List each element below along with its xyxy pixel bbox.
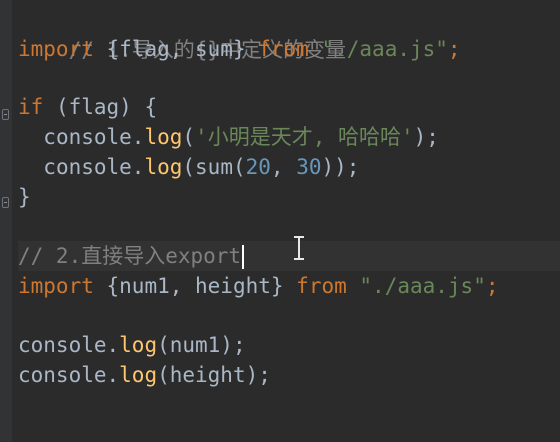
string-literal: '小明是天才, 哈哈哈' [195, 125, 414, 149]
code-line-1: // 1.导入的{}中定义的变量 [18, 5, 560, 62]
log-function: log [119, 363, 158, 387]
number-literal: 20 [245, 155, 271, 179]
code-line-4: if (flag) { [18, 92, 560, 122]
fold-marker-icon[interactable] [2, 109, 9, 120]
keyword-from: from [296, 274, 347, 298]
code-line-10: import {num1, height} from "./aaa.js"; [18, 271, 560, 301]
console-object: console. [18, 333, 120, 357]
module-path-string: "./aaa.js" [359, 274, 486, 298]
call-open: (sum( [182, 155, 246, 179]
console-object: console. [43, 155, 145, 179]
code-line-6: console.log(sum(20, 30)); [18, 152, 560, 182]
code-line-9: // 2.直接导入export [18, 241, 560, 271]
code-line-12: console.log(num1); [18, 330, 560, 360]
keyword-import: import [18, 274, 94, 298]
console-object: console. [18, 363, 120, 387]
log-function: log [144, 155, 183, 179]
editor-gutter [0, 0, 12, 442]
keyword-from: from [258, 37, 309, 61]
closing-brace: } [18, 185, 31, 209]
log-function: log [119, 333, 158, 357]
comma: , [270, 155, 297, 179]
brace-close: } [232, 37, 259, 61]
log-function: log [144, 125, 183, 149]
semicolon: ; [447, 37, 461, 61]
paren-close: ); [413, 125, 439, 149]
code-line-13: console.log(height); [18, 360, 560, 390]
keyword-if: if [18, 95, 44, 119]
import-variables: flag, sum [119, 37, 233, 61]
import-variables: num1, height [119, 274, 271, 298]
log-arguments: (height); [157, 363, 271, 387]
brace-open: { [93, 274, 120, 298]
semicolon: ; [485, 274, 499, 298]
comment: // 2.直接导入export [18, 244, 242, 268]
code-line-7: } [18, 182, 560, 212]
keyword-import: import [18, 37, 94, 61]
code-line-2: import {flag, sum} from "./aaa.js"; [18, 34, 560, 64]
brace-open: { [93, 37, 120, 61]
text-caret [242, 245, 245, 269]
call-close: )); [321, 155, 360, 179]
module-path-string: "./aaa.js" [321, 37, 448, 61]
code-line-5: console.log('小明是天才, 哈哈哈'); [18, 122, 560, 152]
brace-close: } [270, 274, 297, 298]
console-object: console. [43, 125, 145, 149]
number-literal: 30 [296, 155, 322, 179]
log-arguments: (num1); [157, 333, 246, 357]
paren-open: ( [182, 125, 196, 149]
code-editor[interactable]: // 1.导入的{}中定义的变量 import {flag, sum} from… [0, 0, 560, 442]
fold-marker-icon[interactable] [2, 197, 9, 208]
text-cursor-icon [294, 236, 304, 260]
if-condition: (flag) { [43, 95, 158, 119]
